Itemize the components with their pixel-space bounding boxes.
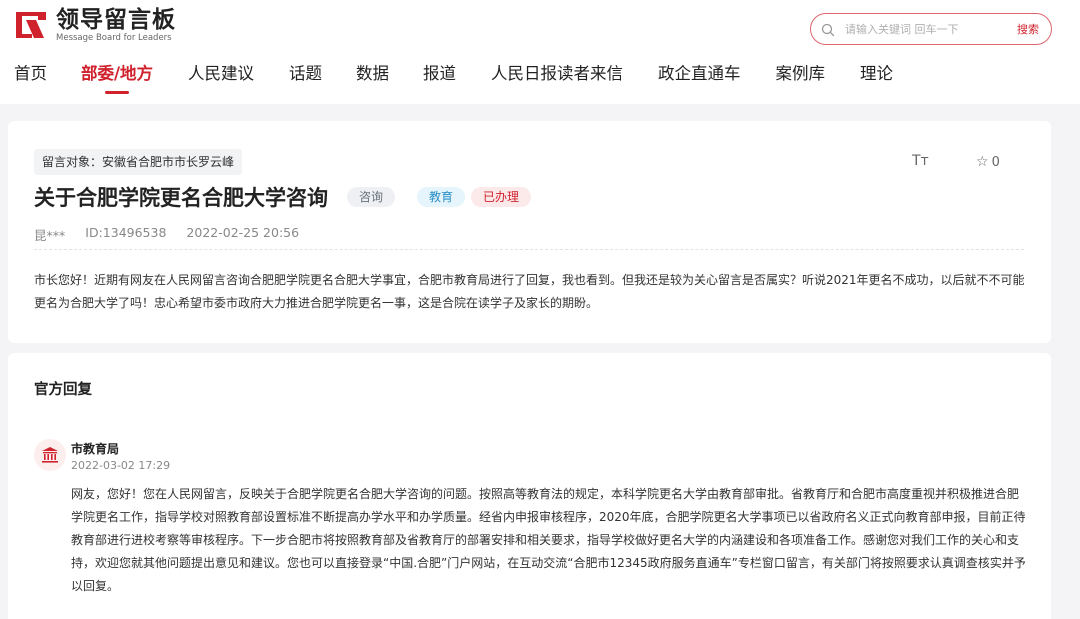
favorite-button[interactable]: ☆ 0 [976,154,1000,170]
section-title: 官方回复 [34,382,92,398]
site-logo[interactable]: 领导留言板 Message Board for Leaders [14,5,176,45]
nav-item-reports[interactable]: 报道 [423,60,456,90]
search-box: 搜索 [810,13,1052,45]
nav-item-case-library[interactable]: 案例库 [776,60,826,90]
nav-item-theory[interactable]: 理论 [860,60,893,90]
government-building-icon [34,439,66,471]
logo-title: 领导留言板 [56,7,176,33]
divider [34,249,1024,250]
message-id: ID:13496538 [85,225,167,240]
search-input[interactable] [845,19,1005,39]
nav-item-home[interactable]: 首页 [14,60,47,90]
official-reply-card: 官方回复 市教育局 2022-03-02 17:29 网友，您好！您在人民网留言… [8,353,1051,619]
message-content: 市长您好！近期有网友在人民网留言咨询合肥肥学院更名合肥大学事宜，合肥市教育局进行… [34,273,1025,310]
message-meta: 昆*** ID:13496538 2022-02-25 20:56 [34,225,299,244]
logo-subtitle: Message Board for Leaders [56,33,172,43]
nav-item-people-suggestions[interactable]: 人民建议 [188,60,254,90]
reply-content: 网友，您好！您在人民网留言，反映关于合肥学院更名合肥大学咨询的问题。按照高等教育… [71,487,1026,593]
nav-item-reader-letters[interactable]: 人民日报读者来信 [491,60,623,90]
nav-item-enterprise-express[interactable]: 政企直通车 [658,60,741,90]
message-time: 2022-02-25 20:56 [186,225,300,240]
reply-time: 2022-03-02 17:29 [71,459,171,472]
message-card: 留言对象：安徽省合肥市市长罗云峰 Tт ☆ 0 关于合肥学院更名合肥大学咨询 咨… [8,121,1051,343]
status-badge: 已办理 [471,187,532,207]
site-header: 领导留言板 Message Board for Leaders 搜索 首页 部委… [0,0,1080,104]
favorite-count: 0 [991,154,1000,170]
reply-org-name: 市教育局 [71,442,120,456]
tag-consult: 咨询 [347,187,396,207]
message-title: 关于合肥学院更名合肥大学咨询 [34,186,328,210]
message-target: 留言对象：安徽省合肥市市长罗云峰 [34,149,243,175]
logo-mark-icon [14,8,48,42]
font-size-icon[interactable]: Tт [912,153,929,169]
search-icon [821,22,835,37]
main-nav: 首页 部委/地方 人民建议 话题 数据 报道 人民日报读者来信 政企直通车 案例… [0,60,893,94]
star-icon: ☆ [976,154,989,170]
nav-item-ministries-local[interactable]: 部委/地方 [81,60,153,94]
nav-item-topics[interactable]: 话题 [289,60,322,90]
tag-education: 教育 [417,187,466,207]
nav-item-data[interactable]: 数据 [356,60,389,90]
search-button[interactable]: 搜索 [1017,21,1039,37]
message-author: 昆*** [34,228,66,243]
